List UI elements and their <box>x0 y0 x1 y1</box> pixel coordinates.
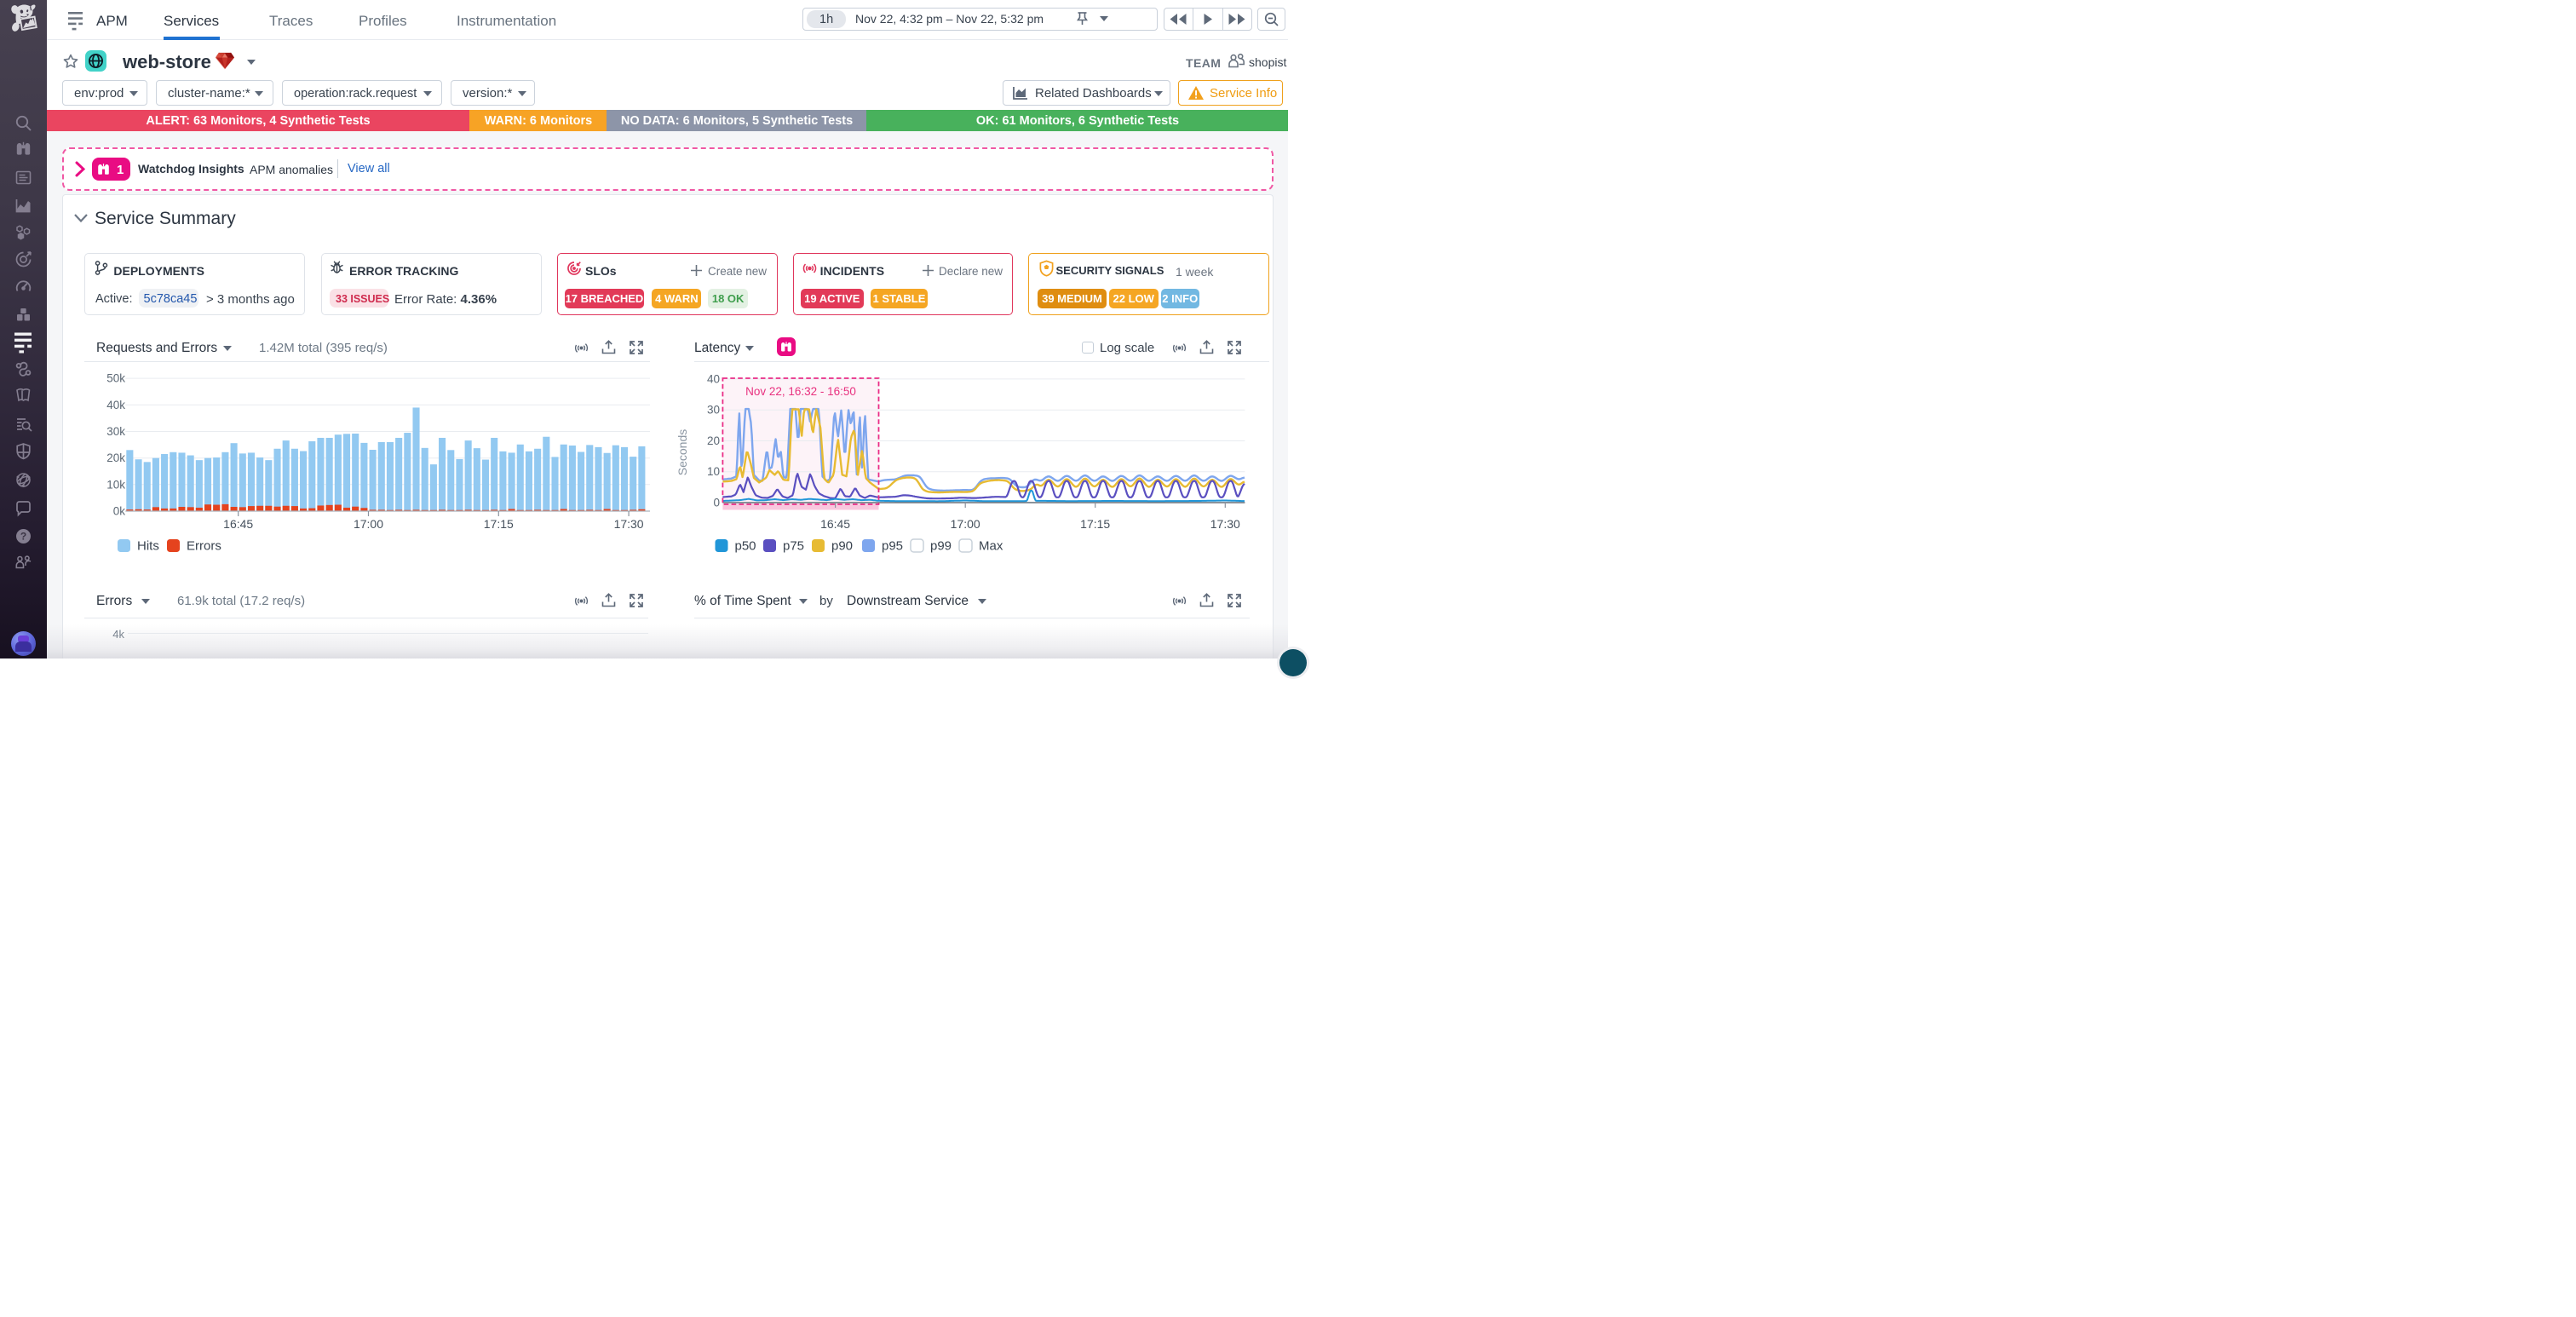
svg-text:p50: p50 <box>735 539 756 554</box>
svg-text:30: 30 <box>707 404 720 417</box>
svg-text:Nov 22, 16:32 - 16:50: Nov 22, 16:32 - 16:50 <box>745 385 856 398</box>
svg-text:0: 0 <box>713 497 720 509</box>
svg-text:17:00: 17:00 <box>951 517 980 531</box>
svg-text:16:45: 16:45 <box>820 517 850 531</box>
svg-text:p99: p99 <box>930 539 952 554</box>
svg-text:17:30: 17:30 <box>1210 517 1240 531</box>
svg-text:20: 20 <box>707 434 720 447</box>
svg-text:Seconds: Seconds <box>676 429 689 475</box>
svg-text:p90: p90 <box>831 539 853 554</box>
svg-text:p75: p75 <box>783 539 804 554</box>
svg-text:Max: Max <box>979 539 1003 554</box>
svg-text:40: 40 <box>707 372 720 385</box>
svg-text:p95: p95 <box>882 539 903 554</box>
svg-text:17:15: 17:15 <box>1080 517 1110 531</box>
svg-text:10: 10 <box>707 465 720 478</box>
